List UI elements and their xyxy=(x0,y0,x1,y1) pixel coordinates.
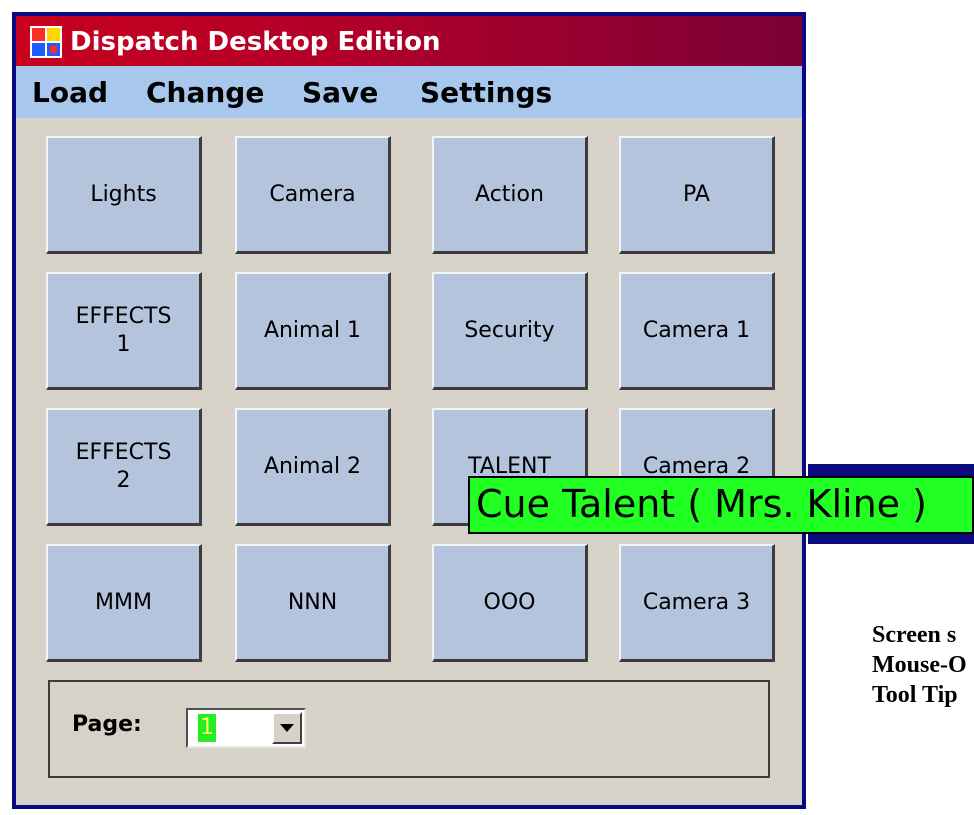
tooltip: Cue Talent ( Mrs. Kline ) xyxy=(468,476,974,534)
lights-button[interactable]: Lights xyxy=(46,136,202,254)
window-title: Dispatch Desktop Edition xyxy=(70,27,441,57)
menu-bar: Load Change Save Settings xyxy=(16,66,802,118)
page-label: Page: xyxy=(72,712,142,737)
nnn-button[interactable]: NNN xyxy=(235,544,391,662)
page-group: Page: 1 xyxy=(48,680,770,778)
animal-2-button[interactable]: Animal 2 xyxy=(235,408,391,526)
menu-change[interactable]: Change xyxy=(146,76,264,110)
action-button[interactable]: Action xyxy=(432,136,588,254)
title-bar[interactable]: Dispatch Desktop Edition xyxy=(16,16,802,66)
camera-3-button[interactable]: Camera 3 xyxy=(619,544,775,662)
dispatch-window: Dispatch Desktop Edition Load Change Sav… xyxy=(12,12,806,809)
mmm-button[interactable]: MMM xyxy=(46,544,202,662)
menu-load[interactable]: Load xyxy=(32,76,108,110)
caption-line: Tool Tip xyxy=(872,682,958,708)
chevron-down-icon[interactable] xyxy=(272,712,302,744)
app-grid-icon xyxy=(30,26,62,58)
camera-1-button[interactable]: Camera 1 xyxy=(619,272,775,390)
caption-line: Mouse-O xyxy=(872,652,967,678)
ooo-button[interactable]: OOO xyxy=(432,544,588,662)
security-button[interactable]: Security xyxy=(432,272,588,390)
menu-settings[interactable]: Settings xyxy=(420,76,552,110)
animal-1-button[interactable]: Animal 1 xyxy=(235,272,391,390)
menu-save[interactable]: Save xyxy=(302,76,378,110)
effects-1-button[interactable]: EFFECTS 1 xyxy=(46,272,202,390)
page-select[interactable]: 1 xyxy=(186,708,306,748)
page-select-value: 1 xyxy=(198,714,216,742)
pa-button[interactable]: PA xyxy=(619,136,775,254)
caption-line: Screen s xyxy=(872,622,957,648)
effects-2-button[interactable]: EFFECTS 2 xyxy=(46,408,202,526)
camera-button[interactable]: Camera xyxy=(235,136,391,254)
caption-text: Screen s Mouse-O Tool Tip xyxy=(872,620,967,710)
